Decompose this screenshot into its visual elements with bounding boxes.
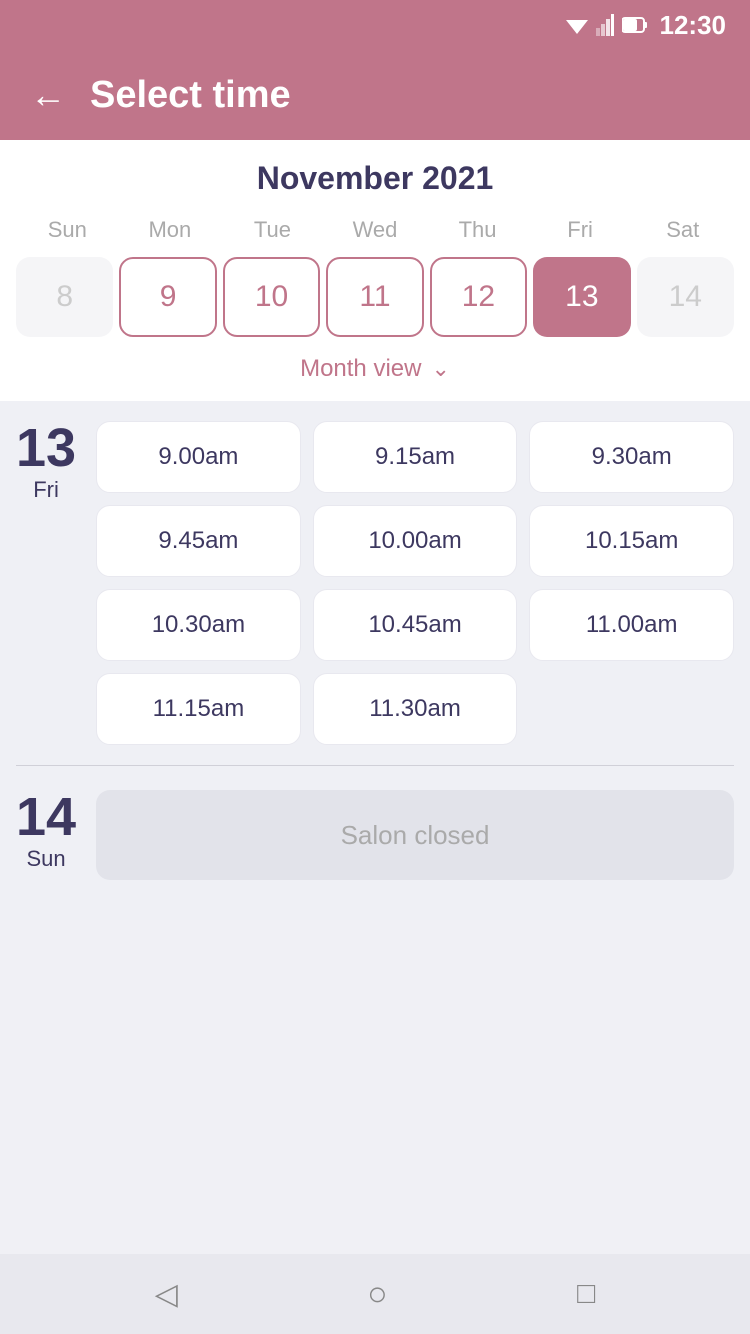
time-slot-900am[interactable]: 9.00am — [96, 421, 301, 493]
status-bar: 12:30 — [0, 0, 750, 50]
wifi-icon — [566, 16, 588, 34]
day-header-14: 14 Sun Salon closed — [16, 790, 734, 880]
weekday-tue: Tue — [221, 217, 324, 243]
salon-closed-text: Salon closed — [341, 820, 490, 851]
weekday-fri: Fri — [529, 217, 632, 243]
signal-icon — [596, 14, 614, 36]
time-slot-1045am[interactable]: 10.45am — [313, 589, 518, 661]
bottom-nav: ◁ ○ □ — [0, 1254, 750, 1334]
month-title: November 2021 — [16, 160, 734, 197]
chevron-down-icon: ⌄ — [431, 356, 449, 382]
page-title: Select time — [90, 74, 291, 117]
day-name-13: Fri — [33, 477, 59, 503]
time-grid-13: 9.00am 9.15am 9.30am 9.45am 10.00am 10.1… — [96, 421, 734, 745]
time-slots-section: 13 Fri 9.00am 9.15am 9.30am 9.45am 10.00… — [0, 401, 750, 920]
battery-icon — [622, 16, 648, 34]
weekday-mon: Mon — [119, 217, 222, 243]
weekday-thu: Thu — [426, 217, 529, 243]
weekday-sat: Sat — [631, 217, 734, 243]
home-nav-icon[interactable]: ○ — [367, 1275, 388, 1314]
back-nav-icon[interactable]: ◁ — [155, 1277, 178, 1312]
time-slot-1030am[interactable]: 10.30am — [96, 589, 301, 661]
time-slot-1115am[interactable]: 11.15am — [96, 673, 301, 745]
date-12[interactable]: 12 — [430, 257, 527, 337]
date-10[interactable]: 10 — [223, 257, 320, 337]
day-block-13: 13 Fri 9.00am 9.15am 9.30am 9.45am 10.00… — [16, 421, 734, 745]
weekday-sun: Sun — [16, 217, 119, 243]
day-number-block-13: 13 Fri — [16, 421, 76, 503]
dates-row: 8 9 10 11 12 13 14 — [16, 253, 734, 341]
month-view-label: Month view — [300, 355, 421, 383]
recent-nav-icon[interactable]: □ — [577, 1277, 595, 1311]
day-block-14: 14 Sun Salon closed — [16, 790, 734, 880]
time-slot-945am[interactable]: 9.45am — [96, 505, 301, 577]
month-view-toggle[interactable]: Month view ⌄ — [16, 341, 734, 391]
time-slot-915am[interactable]: 9.15am — [313, 421, 518, 493]
time-slot-1015am[interactable]: 10.15am — [529, 505, 734, 577]
day-name-14: Sun — [26, 846, 65, 872]
day-number-14: 14 — [16, 790, 76, 844]
status-time: 12:30 — [660, 10, 727, 41]
day-header-13: 13 Fri 9.00am 9.15am 9.30am 9.45am 10.00… — [16, 421, 734, 745]
day-number-13: 13 — [16, 421, 76, 475]
date-8[interactable]: 8 — [16, 257, 113, 337]
time-slot-1000am[interactable]: 10.00am — [313, 505, 518, 577]
date-11[interactable]: 11 — [326, 257, 423, 337]
status-icons — [566, 14, 648, 36]
date-14[interactable]: 14 — [637, 257, 734, 337]
date-9[interactable]: 9 — [119, 257, 216, 337]
time-slot-1130am[interactable]: 11.30am — [313, 673, 518, 745]
weekday-wed: Wed — [324, 217, 427, 243]
day-number-block-14: 14 Sun — [16, 790, 76, 872]
time-slot-1100am[interactable]: 11.00am — [529, 589, 734, 661]
time-slot-930am[interactable]: 9.30am — [529, 421, 734, 493]
day-divider — [16, 765, 734, 766]
back-button[interactable]: ← — [30, 77, 66, 113]
date-13[interactable]: 13 — [533, 257, 630, 337]
calendar-section: November 2021 Sun Mon Tue Wed Thu Fri Sa… — [0, 140, 750, 401]
weekday-row: Sun Mon Tue Wed Thu Fri Sat — [16, 217, 734, 243]
salon-closed-block: Salon closed — [96, 790, 734, 880]
header: ← Select time — [0, 50, 750, 140]
